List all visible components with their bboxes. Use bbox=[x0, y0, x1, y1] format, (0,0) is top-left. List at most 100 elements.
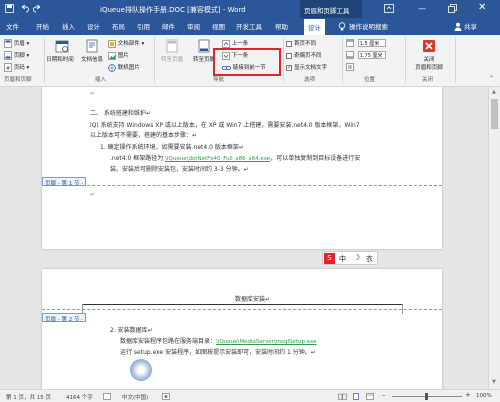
vertical-scrollbar[interactable]: ▲ ▼ bbox=[488, 87, 500, 389]
different-first-page-label: 首页不同 bbox=[294, 41, 317, 47]
tab-developer[interactable]: 开发工具 bbox=[236, 21, 262, 31]
share-icon[interactable] bbox=[454, 22, 462, 33]
tab-insert[interactable]: 插入 bbox=[62, 21, 75, 31]
body-text-1: iQ) 系统支持 Windows XP 或以上版本，在 XP 或 Win7 上搭… bbox=[90, 122, 360, 129]
read-mode-icon[interactable] bbox=[338, 393, 347, 402]
group-label-position: 位置 bbox=[364, 77, 376, 83]
checkbox-box[interactable] bbox=[286, 40, 292, 47]
online-picture-button[interactable]: 联机图片 bbox=[108, 63, 140, 72]
header-distance-field[interactable]: 1.5 厘米 bbox=[346, 39, 386, 47]
setup-disc-image bbox=[130, 359, 152, 381]
sogou-s-icon[interactable]: S bbox=[324, 253, 335, 264]
ribbon: 页眉 ▾ 页脚 ▾ # 页码 ▾ 日期和时间 文档信息 文档部件 ▾ 图片 联机… bbox=[0, 35, 500, 87]
header-position-icon bbox=[346, 39, 354, 47]
header-label: 页眉 bbox=[13, 41, 25, 47]
paragraph-mark: ↵ bbox=[90, 90, 96, 97]
tab-references[interactable]: 引用 bbox=[137, 21, 150, 31]
zoom-in-icon[interactable]: + bbox=[465, 391, 471, 399]
page-number-icon: # bbox=[4, 63, 12, 72]
dotnet-path-link[interactable]: \iQueue\dotNetFx40_Full_x86_x64.exe bbox=[165, 156, 270, 162]
floating-toolbar: S 中 ☽ 衣 bbox=[322, 251, 378, 265]
tell-me-search[interactable]: 操作说明搜索 bbox=[349, 21, 388, 31]
web-layout-icon[interactable] bbox=[366, 393, 374, 402]
tab-hf-design[interactable]: 设计 bbox=[304, 19, 325, 35]
header-distance-value[interactable]: 1.5 厘米 bbox=[357, 39, 386, 47]
restore-icon[interactable] bbox=[448, 4, 457, 15]
tab-help[interactable]: 帮助 bbox=[275, 21, 288, 31]
alignment-tab-button[interactable] bbox=[346, 63, 354, 71]
footer-distance-value[interactable]: 1.75 厘米 bbox=[357, 51, 386, 59]
redo-icon[interactable] bbox=[33, 4, 42, 15]
scroll-down-icon[interactable]: ▼ bbox=[492, 379, 496, 385]
share-button[interactable]: 共享 bbox=[464, 21, 477, 31]
ribbon-options-icon[interactable] bbox=[384, 4, 394, 15]
quick-parts-button[interactable]: 文档部件 ▾ bbox=[108, 39, 144, 48]
goto-header-button[interactable]: 转至页眉 bbox=[158, 39, 186, 63]
checkbox-box[interactable] bbox=[286, 52, 292, 59]
tab-review[interactable]: 审阅 bbox=[187, 21, 200, 31]
tab-mailings[interactable]: 邮件 bbox=[162, 21, 175, 31]
header-center-text: 数据库安装↵ bbox=[235, 296, 271, 303]
tab-file[interactable]: 文件 bbox=[6, 21, 19, 31]
different-odd-even-checkbox[interactable]: 奇偶页不同 bbox=[286, 51, 322, 59]
footer-distance-field[interactable]: 1.75 厘米 bbox=[346, 51, 386, 59]
picture-button[interactable]: 图片 bbox=[108, 51, 129, 60]
footer-position-icon bbox=[346, 51, 354, 59]
close-header-footer-button[interactable]: 关闭 页眉和页脚 bbox=[412, 39, 446, 71]
zoom-out-icon[interactable]: – bbox=[382, 391, 386, 399]
zoom-level[interactable]: 100% bbox=[476, 393, 492, 399]
header-section-2-tag[interactable]: 页眉 - 第 2 节 - bbox=[42, 313, 87, 323]
footer-label: 页脚 bbox=[13, 53, 25, 59]
show-document-text-checkbox[interactable]: ✓ 显示文档文字 bbox=[286, 63, 327, 71]
different-odd-even-label: 奇偶页不同 bbox=[294, 53, 322, 59]
scroll-thumb[interactable] bbox=[491, 99, 498, 129]
step-2: 2. 安装数据库↵ bbox=[110, 327, 153, 334]
tab-design[interactable]: 设计 bbox=[87, 21, 100, 31]
collapse-ribbon-icon[interactable]: ⌃ bbox=[489, 75, 494, 82]
close-window-icon[interactable]: ✕ bbox=[478, 2, 486, 13]
print-layout-icon[interactable] bbox=[352, 393, 360, 402]
shirt-icon[interactable]: 衣 bbox=[366, 254, 373, 264]
quick-parts-label: 文档部件 bbox=[117, 41, 140, 47]
language[interactable]: 中文(中国) bbox=[122, 393, 148, 401]
date-time-button[interactable]: 日期和时间 bbox=[46, 39, 76, 63]
alignment-tab-icon bbox=[346, 63, 354, 71]
scroll-up-icon[interactable]: ▲ bbox=[492, 89, 496, 95]
moon-icon[interactable]: ☽ bbox=[353, 253, 360, 262]
proofing-icon[interactable] bbox=[103, 393, 111, 402]
minimize-icon[interactable]: — bbox=[418, 4, 426, 13]
footer-section-1-tag[interactable]: 页脚 - 第 1 节 - bbox=[42, 177, 87, 187]
different-first-page-checkbox[interactable]: 首页不同 bbox=[286, 39, 316, 47]
msql-path-link[interactable]: \iQueue\MediaServer\msqlSetup.exe bbox=[216, 339, 316, 345]
ribbon-tabs: 文件 开始 插入 设计 布局 引用 邮件 审阅 视图 开发工具 帮助 设计 操作… bbox=[0, 18, 500, 35]
page-count[interactable]: 第 1 页，共 15 页 bbox=[6, 393, 51, 401]
tab-home[interactable]: 开始 bbox=[36, 21, 49, 31]
document-info-button[interactable]: 文档信息 bbox=[80, 39, 104, 63]
header-button[interactable]: 页眉 ▾ bbox=[4, 39, 29, 48]
previous-button[interactable]: 上一条 bbox=[222, 39, 248, 48]
checkbox-checked[interactable]: ✓ bbox=[286, 64, 292, 71]
step-2-path-line: 数据库安装程序包路在服务端目录：\iQueue\MediaServer\msql… bbox=[120, 336, 316, 345]
page-number-button[interactable]: # 页码 ▾ bbox=[4, 63, 29, 72]
zoom-slider-thumb[interactable] bbox=[425, 393, 428, 400]
paragraph-mark: ↵ bbox=[90, 191, 96, 198]
step-1: 1. 确定操作系统环境，如需要安装.net4.0 版本框架↵ bbox=[100, 144, 244, 151]
chinese-mode-icon[interactable]: 中 bbox=[339, 254, 346, 264]
group-label-options: 选项 bbox=[304, 77, 316, 83]
footer-icon bbox=[4, 51, 12, 60]
save-icon[interactable] bbox=[5, 4, 14, 15]
word-count[interactable]: 4164 个字 bbox=[66, 393, 93, 401]
window-title: iQueue排队操作手册.DOC [兼容模式] - Word bbox=[100, 6, 246, 14]
page-2: 数据库安装↵ 页眉 - 第 2 节 - 2. 安装数据库↵ 数据库安装程序包路在… bbox=[42, 269, 442, 389]
page-number-label: 页码 bbox=[13, 65, 25, 71]
picture-icon bbox=[108, 51, 116, 60]
group-label-close: 关闭 bbox=[422, 77, 434, 83]
goto-header-label: 转至页眉 bbox=[160, 57, 183, 63]
tab-layout[interactable]: 布局 bbox=[112, 21, 125, 31]
footer-button[interactable]: 页脚 ▾ bbox=[4, 51, 29, 60]
header-underline bbox=[82, 304, 402, 305]
status-bar: 第 1 页，共 15 页 4164 个字 中文(中国) – + 100% bbox=[0, 389, 500, 402]
tab-view[interactable]: 视图 bbox=[212, 21, 225, 31]
macro-icon[interactable] bbox=[162, 393, 170, 402]
undo-icon[interactable] bbox=[20, 4, 29, 15]
